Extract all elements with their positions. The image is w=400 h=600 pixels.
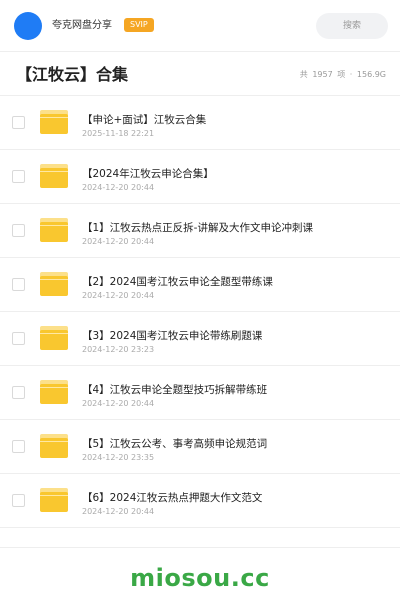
meta-separator: ·: [349, 70, 353, 79]
folder-meta: 共 1957 项 · 156.9G: [298, 69, 386, 81]
file-date: 2024-12-20 20:44: [82, 291, 155, 300]
folder-icon-line: [40, 279, 68, 280]
folder-icon-line: [40, 333, 68, 334]
file-row[interactable]: 【6】2024江牧云热点押题大作文范文 2024-12-20 20:44: [0, 474, 400, 528]
file-name: 【申论+面试】江牧云合集: [82, 114, 207, 126]
select-checkbox[interactable]: [12, 440, 25, 453]
header: 夸克网盘分享 SVIP 搜索: [0, 0, 400, 52]
footer-divider: [0, 547, 400, 548]
title-row: 【江牧云】合集 共 1957 项 · 156.9G: [0, 52, 400, 96]
file-date: 2024-12-20 20:44: [82, 237, 155, 246]
file-name: 【4】江牧云申论全题型技巧拆解带练班: [82, 384, 268, 396]
folder-icon-line: [40, 225, 68, 226]
select-checkbox[interactable]: [12, 494, 25, 507]
watermark: miosou.cc: [130, 564, 270, 592]
select-checkbox[interactable]: [12, 386, 25, 399]
folder-icon: [40, 164, 68, 188]
file-row[interactable]: 【申论+面试】江牧云合集 2025-11-18 22:21: [0, 96, 400, 150]
select-checkbox[interactable]: [12, 278, 25, 291]
file-list: 【申论+面试】江牧云合集 2025-11-18 22:21 【2024年江牧云申论合…: [0, 96, 400, 528]
page-title: 【江牧云】合集: [16, 65, 129, 84]
item-count: 1957: [312, 70, 333, 79]
file-date: 2024-12-20 23:23: [82, 345, 155, 354]
folder-icon-line: [40, 117, 68, 118]
folder-icon: [40, 434, 68, 458]
file-date: 2024-12-20 20:44: [82, 183, 155, 192]
folder-icon: [40, 218, 68, 242]
select-checkbox[interactable]: [12, 224, 25, 237]
file-date: 2024-12-20 20:44: [82, 399, 155, 408]
folder-icon-line: [40, 171, 68, 172]
folder-icon: [40, 110, 68, 134]
folder-icon-line: [40, 441, 68, 442]
folder-icon: [40, 272, 68, 296]
app-name: 夸克网盘分享: [52, 20, 112, 31]
file-name: 【2】2024国考江牧云申论全题型带练课: [82, 276, 273, 288]
file-name: 【3】2024国考江牧云申论带练刷题课: [82, 330, 263, 342]
file-name: 【2024年江牧云申论合集】: [82, 168, 214, 180]
file-date: 2024-12-20 23:35: [82, 453, 155, 462]
file-row[interactable]: 【3】2024国考江牧云申论带练刷题课 2024-12-20 23:23: [0, 312, 400, 366]
select-checkbox[interactable]: [12, 170, 25, 183]
folder-icon-line: [40, 495, 68, 496]
file-name: 【6】2024江牧云热点押题大作文范文: [82, 492, 263, 504]
file-row[interactable]: 【4】江牧云申论全题型技巧拆解带练班 2024-12-20 20:44: [0, 366, 400, 420]
folder-icon: [40, 488, 68, 512]
total-size: 156.9G: [356, 70, 386, 79]
svip-badge: SVIP: [124, 18, 154, 32]
file-name: 【1】江牧云热点正反拆-讲解及大作文申论冲刺课: [82, 222, 313, 234]
file-row[interactable]: 【2】2024国考江牧云申论全题型带练课 2024-12-20 20:44: [0, 258, 400, 312]
file-row[interactable]: 【5】江牧云公考、事考高频申论规范词 2024-12-20 23:35: [0, 420, 400, 474]
file-name: 【5】江牧云公考、事考高频申论规范词: [82, 438, 268, 450]
folder-icon-line: [40, 387, 68, 388]
folder-icon: [40, 326, 68, 350]
search-button[interactable]: 搜索: [316, 13, 388, 39]
file-date: 2024-12-20 20:44: [82, 507, 155, 516]
folder-icon: [40, 380, 68, 404]
select-checkbox[interactable]: [12, 332, 25, 345]
meta-prefix: 共: [299, 70, 308, 79]
select-checkbox[interactable]: [12, 116, 25, 129]
file-row[interactable]: 【1】江牧云热点正反拆-讲解及大作文申论冲刺课 2024-12-20 20:44: [0, 204, 400, 258]
item-count-unit: 项: [337, 70, 346, 79]
file-row[interactable]: 【2024年江牧云申论合集】 2024-12-20 20:44: [0, 150, 400, 204]
avatar[interactable]: [14, 12, 42, 40]
file-date: 2025-11-18 22:21: [82, 129, 155, 138]
